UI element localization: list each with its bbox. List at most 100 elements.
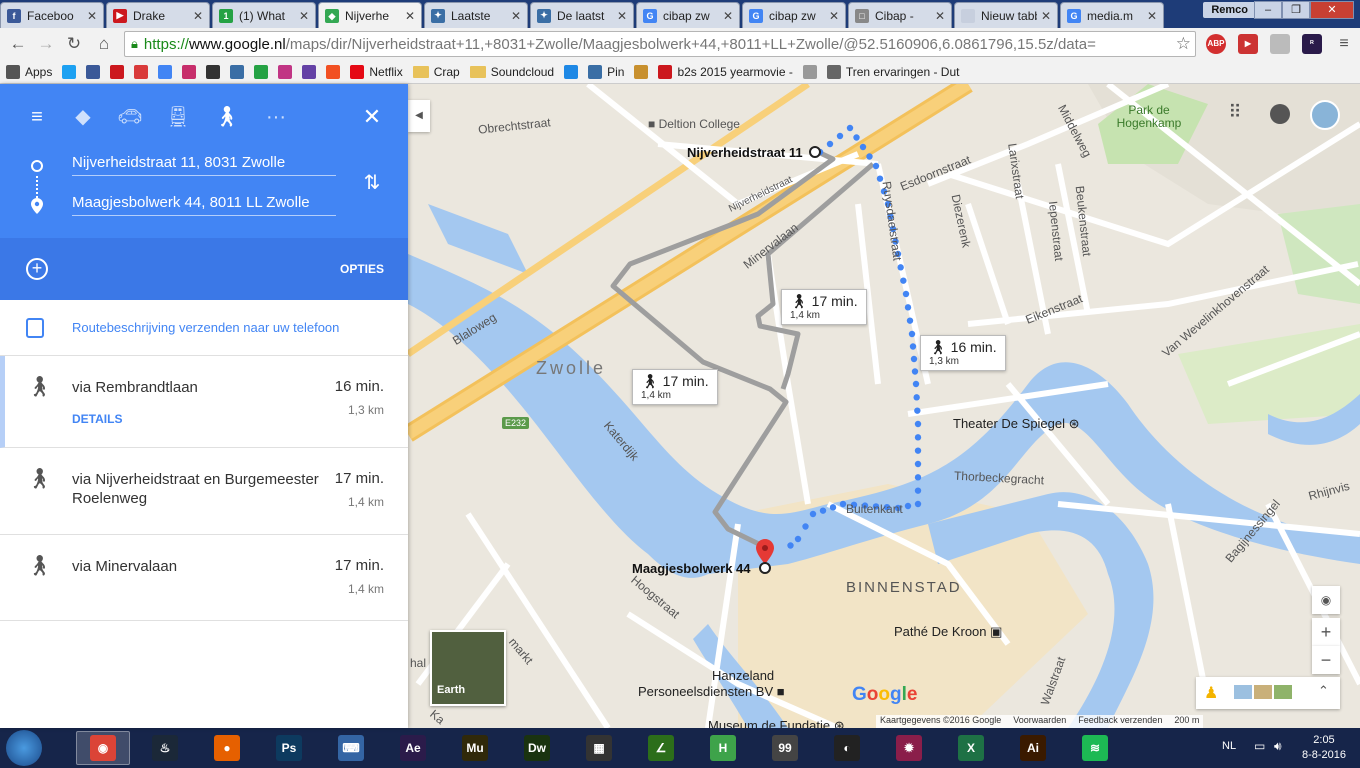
tab-close-icon[interactable]: ✕	[299, 9, 309, 23]
route-time-callout[interactable]: 🚶︎ 17 min. 1,4 km	[632, 369, 718, 405]
tab-close-icon[interactable]: ✕	[829, 9, 839, 23]
notifications-icon[interactable]	[1270, 104, 1290, 124]
bookmark-item[interactable]: Pin	[588, 64, 624, 79]
zoom-in-button[interactable]: +	[1312, 618, 1340, 646]
tab-close-icon[interactable]: ✕	[1041, 9, 1051, 23]
browser-tab[interactable]: Gmedia.m ✕	[1060, 2, 1164, 28]
aftereffects-app[interactable]: Ae	[386, 731, 440, 765]
minimize-button[interactable]: –	[1254, 1, 1282, 19]
muse-app[interactable]: Mu	[448, 731, 502, 765]
map-canvas[interactable]: ■ Deltion College Obrechtstraat Esdoorns…	[408, 84, 1360, 728]
volume-icon[interactable]: 🔊︎	[1274, 739, 1282, 754]
bookmark-item[interactable]	[206, 64, 221, 79]
home-icon[interactable]: ⌂	[92, 32, 116, 56]
origin-input[interactable]: Nijverheidstraat 11, 8031 Zwolle	[72, 152, 336, 176]
browser-tab[interactable]: Nieuw tabb ✕	[954, 2, 1058, 28]
bookmark-item[interactable]: Apps	[6, 64, 52, 79]
more-options-icon[interactable]: ···	[263, 104, 289, 130]
earth-view-button[interactable]: Earth	[430, 630, 506, 706]
avatar[interactable]	[1310, 100, 1340, 130]
tab-close-icon[interactable]: ✕	[617, 9, 627, 23]
collapse-panel-icon[interactable]: ◀	[408, 100, 430, 132]
illustrator-app[interactable]: Ai	[1006, 731, 1060, 765]
obs-app[interactable]: ◐	[820, 731, 874, 765]
bookmark-item[interactable]	[158, 64, 173, 79]
spotify-app[interactable]: ≋	[1068, 731, 1122, 765]
layer-thumbnail-icon[interactable]	[1254, 685, 1272, 699]
address-bar[interactable]: 🔒︎ https://www.google.nl/maps/dir/Nijver…	[124, 31, 1196, 57]
tab-close-icon[interactable]: ✕	[935, 9, 945, 23]
bookmark-item[interactable]	[86, 64, 101, 79]
my-location-icon[interactable]: ◉	[1312, 586, 1340, 614]
browser-tab[interactable]: □ Cibap - ✕	[848, 2, 952, 28]
start-button[interactable]	[6, 730, 42, 766]
browser-tab[interactable]: ✦ De laatst ✕	[530, 2, 634, 28]
chrome-app[interactable]: ◉	[76, 731, 130, 765]
menu-icon[interactable]: ≡	[24, 104, 50, 130]
tab-close-icon[interactable]: ✕	[511, 9, 521, 23]
bookmark-item[interactable]	[110, 64, 125, 79]
steam-app[interactable]: ♨	[138, 731, 192, 765]
tab-close-icon[interactable]: ✕	[723, 9, 733, 23]
video-app[interactable]: ▦	[572, 731, 626, 765]
route-time-callout[interactable]: 🚶︎ 17 min. 1,4 km	[781, 289, 867, 325]
pegman-icon[interactable]: ♟	[1204, 683, 1218, 703]
apps-grid-icon[interactable]: ⠿	[1224, 102, 1246, 124]
bookmark-item[interactable]	[230, 64, 245, 79]
back-arrow-icon[interactable]: ←	[6, 32, 30, 56]
destination-marker-icon[interactable]	[755, 539, 775, 575]
bookmark-item[interactable]: Crap	[412, 65, 460, 79]
user-profile-badge[interactable]: Remco	[1203, 2, 1256, 18]
tab-close-icon[interactable]: ✕	[405, 9, 415, 23]
browser-tab[interactable]: Gcibap zw ✕	[636, 2, 740, 28]
bookmark-item[interactable]	[254, 64, 269, 79]
bookmark-item[interactable]	[326, 64, 341, 79]
keyboard-app[interactable]: ⌨	[324, 731, 378, 765]
bookmark-item[interactable]	[302, 64, 317, 79]
reload-icon[interactable]: ↻	[62, 32, 86, 56]
system-clock[interactable]: 2:05 8-8-2016	[1302, 733, 1346, 763]
feedback-link[interactable]: Feedback verzenden	[1078, 715, 1162, 728]
bookmark-item[interactable]	[802, 64, 817, 79]
window-close-button[interactable]: ✕	[1310, 1, 1354, 19]
extension-icon[interactable]: ᴿ	[1302, 34, 1322, 54]
bookmark-item[interactable]: b2s 2015 yearmovie -	[658, 64, 793, 79]
bookmark-item[interactable]	[62, 64, 77, 79]
bookmark-item[interactable]	[134, 64, 149, 79]
tab-close-icon[interactable]: ✕	[87, 9, 97, 23]
forward-arrow-icon[interactable]: →	[34, 32, 58, 56]
bookmark-item[interactable]: Netflix	[350, 64, 403, 79]
tab-close-icon[interactable]: ✕	[1147, 9, 1157, 23]
browser-tab[interactable]: ▶ Drake ✕	[106, 2, 210, 28]
browser-tab[interactable]: ✦ Laatste ✕	[424, 2, 528, 28]
route-option[interactable]: 🚶︎ via Minervalaan 17 min. 1,4 km	[0, 535, 408, 621]
nvidia-app[interactable]: ∠	[634, 731, 688, 765]
game-app[interactable]: ✹	[882, 731, 936, 765]
options-button[interactable]: OPTIES	[340, 262, 384, 276]
directions-mode-icon[interactable]: ◆	[70, 104, 96, 130]
battery-icon[interactable]: ▭	[1254, 739, 1265, 753]
bookmark-item[interactable]	[182, 64, 197, 79]
layer-thumbnail-icon[interactable]	[1274, 685, 1292, 699]
walking-icon[interactable]: 🚶︎	[214, 104, 240, 130]
transit-icon[interactable]: 🚆︎	[165, 104, 191, 130]
route-details-link[interactable]: DETAILS	[72, 412, 122, 426]
zoom-out-button[interactable]: −	[1312, 646, 1340, 674]
bookmark-item[interactable]: Soundcloud	[469, 65, 554, 79]
bookmark-item[interactable]: Tren ervaringen - Dut	[826, 64, 959, 79]
layer-thumbnail-icon[interactable]	[1234, 685, 1252, 699]
language-indicator[interactable]: NL	[1222, 740, 1236, 752]
bookmark-item[interactable]	[564, 64, 579, 79]
route-option[interactable]: 🚶︎ via Rembrandtlaan 16 min. 1,3 km DETAILS	[0, 356, 408, 448]
expand-icon[interactable]: ⌃	[1318, 683, 1329, 699]
photoshop-app[interactable]: Ps	[262, 731, 316, 765]
add-destination-icon[interactable]: +	[26, 258, 48, 280]
car-icon[interactable]: 🚗︎	[117, 104, 143, 130]
swap-icon[interactable]: ⇅	[360, 170, 384, 195]
maximize-button[interactable]: ❐	[1282, 1, 1310, 19]
bookmark-item[interactable]	[634, 64, 649, 79]
origin-marker-icon[interactable]	[808, 145, 822, 159]
route-time-callout[interactable]: 🚶︎ 16 min. 1,3 km	[920, 335, 1006, 371]
dreamweaver-app[interactable]: Dw	[510, 731, 564, 765]
destination-input[interactable]: Maagjesbolwerk 44, 8011 LL Zwolle	[72, 192, 336, 216]
